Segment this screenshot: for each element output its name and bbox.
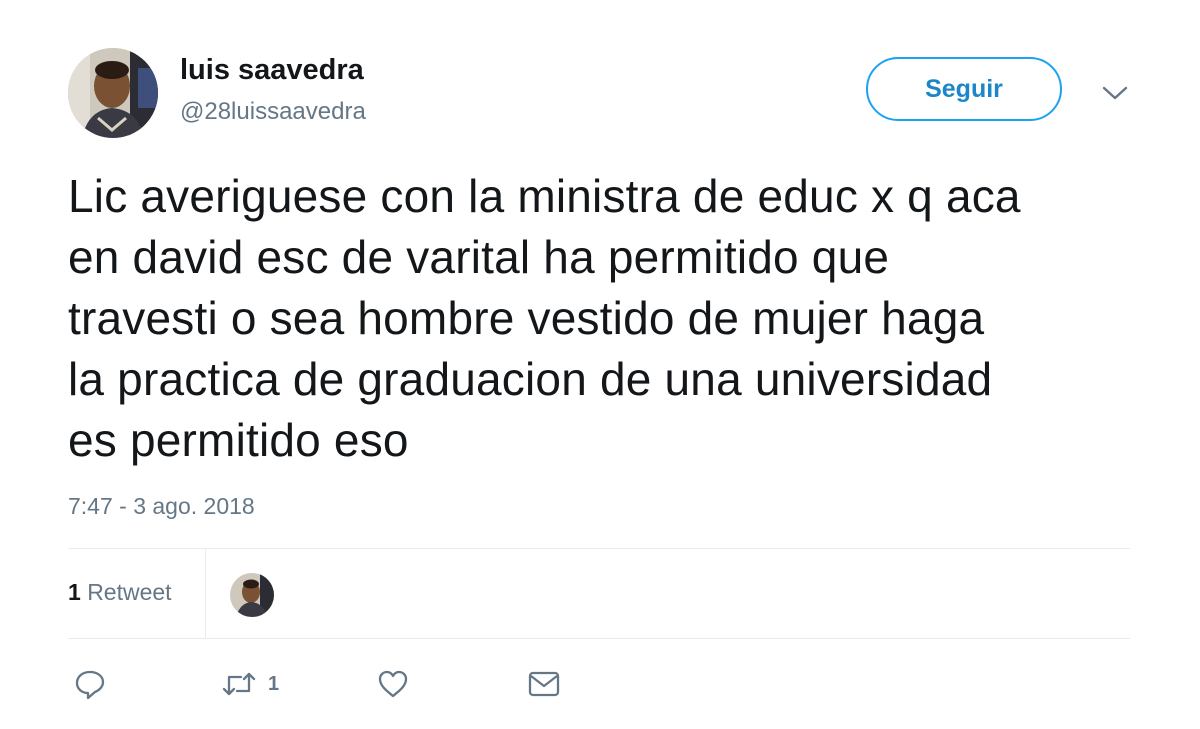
retweet-stat[interactable]: 1 Retweet bbox=[68, 579, 172, 606]
divider bbox=[68, 638, 1130, 639]
tweet-text-line: Lic averiguese con la ministra de educ x… bbox=[68, 170, 1021, 222]
more-options-button[interactable] bbox=[1098, 78, 1132, 108]
heart-icon bbox=[378, 670, 408, 698]
tweet-stats: 1 Retweet bbox=[68, 549, 1130, 638]
retweet-icon bbox=[222, 672, 256, 696]
retweeter-avatar-photo bbox=[230, 573, 274, 617]
chevron-down-icon bbox=[1102, 86, 1128, 100]
follow-button[interactable]: Seguir bbox=[866, 57, 1062, 121]
retweeter-avatar[interactable] bbox=[230, 573, 274, 617]
tweet-actions: 1 bbox=[68, 662, 668, 706]
tweet-text: Lic averiguese con la ministra de educ x… bbox=[68, 166, 1148, 471]
message-button[interactable] bbox=[527, 662, 561, 706]
avatar[interactable] bbox=[68, 48, 158, 138]
reply-icon bbox=[75, 670, 105, 700]
tweet-text-line: travesti o sea hombre vestido de mujer h… bbox=[68, 292, 985, 344]
stats-separator bbox=[205, 549, 206, 638]
envelope-icon bbox=[528, 671, 560, 697]
retweet-count: 1 bbox=[268, 672, 280, 695]
tweet-timestamp[interactable]: 7:47 - 3 ago. 2018 bbox=[68, 493, 255, 520]
like-button[interactable] bbox=[377, 662, 409, 706]
tweet-text-line: es permitido eso bbox=[68, 414, 409, 466]
tweet-card: luis saavedra @28luissaavedra Seguir Lic… bbox=[0, 0, 1200, 729]
user-handle[interactable]: @28luissaavedra bbox=[180, 98, 366, 126]
avatar-photo bbox=[68, 48, 158, 138]
tweet-text-line: la practica de graduacion de una univers… bbox=[68, 353, 993, 405]
reply-button[interactable] bbox=[74, 662, 106, 706]
retweet-stat-count: 1 bbox=[68, 579, 81, 605]
user-display-name[interactable]: luis saavedra bbox=[180, 54, 364, 87]
tweet-text-line: en david esc de varital ha permitido que bbox=[68, 231, 890, 283]
retweet-button[interactable]: 1 bbox=[222, 662, 279, 706]
retweet-stat-label: Retweet bbox=[87, 579, 172, 605]
